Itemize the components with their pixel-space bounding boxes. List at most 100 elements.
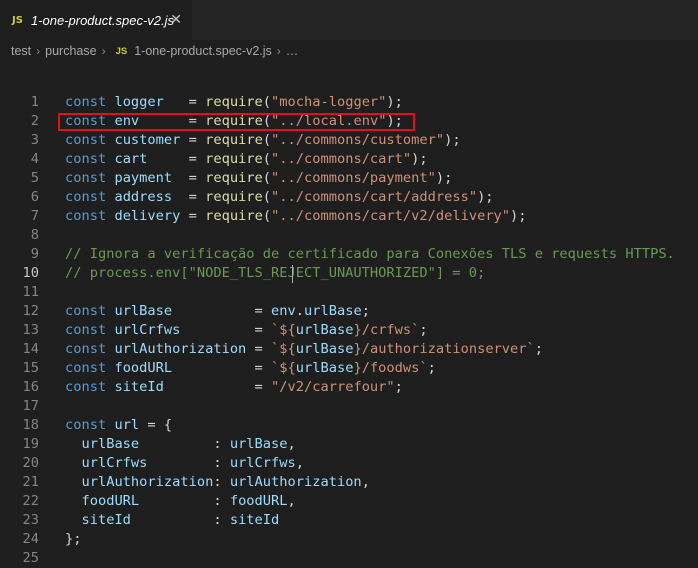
- code-token: foodURL: [114, 360, 173, 376]
- code-text: siteId : siteId: [65, 511, 279, 530]
- code-token: :: [139, 493, 230, 509]
- code-line[interactable]: 11: [0, 283, 698, 302]
- breadcrumb-item-test[interactable]: test: [11, 44, 31, 58]
- code-line[interactable]: 6 const address = require("../commons/car…: [0, 188, 698, 207]
- code-token: (: [262, 170, 272, 186]
- code-token: urlBase: [295, 341, 354, 357]
- code-token: =: [172, 189, 206, 205]
- code-line[interactable]: 14 const urlAuthorization = `${urlBase}/a…: [0, 340, 698, 359]
- code-token: // Ignora a verificação de certificado p…: [65, 246, 675, 262]
- line-number: 20: [22, 455, 39, 471]
- code-token: urlBase: [304, 303, 362, 319]
- code-token: urlAuthorization: [229, 474, 362, 490]
- code-token: }/crfws`: [353, 322, 420, 338]
- code-token: const: [65, 132, 107, 148]
- code-token: );: [444, 132, 461, 148]
- breadcrumb-item-file[interactable]: 1-one-product.spec-v2.js: [134, 44, 272, 58]
- code-text: const env = require("../local.env");: [65, 112, 403, 131]
- code-line[interactable]: 2 const env = require("../local.env");: [0, 112, 698, 131]
- code-line[interactable]: 25: [0, 549, 698, 568]
- line-number: 10: [22, 265, 39, 281]
- line-number: 1: [30, 94, 39, 110]
- code-token: const: [65, 303, 107, 319]
- line-number: 2: [30, 113, 39, 129]
- code-token: `${: [271, 341, 296, 357]
- code-token: const: [65, 94, 107, 110]
- code-editor[interactable]: 1 const logger = require("mocha-logger");…: [0, 93, 698, 568]
- code-token: urlBase: [81, 436, 140, 452]
- code-token: "../commons/cart": [271, 151, 412, 167]
- line-number: 7: [30, 208, 39, 224]
- breadcrumb-item-purchase[interactable]: purchase: [45, 44, 96, 58]
- code-line[interactable]: 17: [0, 397, 698, 416]
- code-token: );: [510, 208, 527, 224]
- code-token: logger: [114, 94, 164, 110]
- code-token: address: [114, 189, 173, 205]
- close-icon[interactable]: ✕: [170, 11, 182, 27]
- code-line[interactable]: 22 foodURL : foodURL,: [0, 492, 698, 511]
- text-cursor: [292, 265, 293, 283]
- code-text: };: [65, 530, 81, 549]
- code-token: :: [147, 455, 230, 471]
- code-token: require: [205, 189, 263, 205]
- code-line[interactable]: 20 urlCrfws : urlCrfws,: [0, 454, 698, 473]
- code-line[interactable]: 13 const urlCrfws = `${urlBase}/crfws`;: [0, 321, 698, 340]
- code-token: const: [65, 322, 107, 338]
- code-token: require: [205, 170, 263, 186]
- code-token: const: [65, 170, 107, 186]
- code-token: foodURL: [229, 493, 288, 509]
- code-line[interactable]: 1 const logger = require("mocha-logger");: [0, 93, 698, 112]
- code-line[interactable]: 23 siteId : siteId: [0, 511, 698, 530]
- code-token: const: [65, 113, 107, 129]
- code-token: =: [172, 170, 206, 186]
- code-line[interactable]: 4 const cart = require("../commons/cart")…: [0, 150, 698, 169]
- line-number: 8: [30, 227, 39, 243]
- code-line[interactable]: 21 urlAuthorization: urlAuthorization,: [0, 473, 698, 492]
- breadcrumb-item-symbols[interactable]: …: [286, 44, 299, 58]
- code-line[interactable]: 15 const foodURL = `${urlBase}/foodws`;: [0, 359, 698, 378]
- editor-tab[interactable]: JS 1-one-product.spec-v2.js ✕: [0, 0, 192, 40]
- line-number: 9: [30, 246, 39, 262]
- code-token: );: [386, 94, 403, 110]
- javascript-file-icon: JS: [12, 14, 23, 26]
- code-line[interactable]: 16 const siteId = "/v2/carrefour";: [0, 378, 698, 397]
- line-number: 3: [30, 132, 39, 148]
- code-token: =: [147, 151, 206, 167]
- code-token: );: [435, 170, 453, 186]
- code-line[interactable]: 9 // Ignora a verificação de certificado …: [0, 245, 698, 264]
- code-token: "../commons/customer": [271, 132, 445, 148]
- code-line[interactable]: 18 const url = {: [0, 416, 698, 435]
- code-token: );: [477, 189, 494, 205]
- code-line[interactable]: 3 const customer = require("../commons/cu…: [0, 131, 698, 150]
- code-token: foodURL: [81, 493, 140, 509]
- code-token: :: [139, 436, 230, 452]
- code-text: foodURL : foodURL,: [65, 492, 295, 511]
- code-line[interactable]: 8: [0, 226, 698, 245]
- code-line[interactable]: 12 const urlBase = env.urlBase;: [0, 302, 698, 321]
- code-line[interactable]: 7 const delivery = require("../commons/ca…: [0, 207, 698, 226]
- code-token: ;: [534, 341, 544, 357]
- code-token: );: [386, 113, 403, 129]
- line-number: 19: [22, 436, 39, 452]
- code-token: env: [114, 113, 140, 129]
- code-token: customer: [114, 132, 181, 148]
- code-line[interactable]: 10 // process.env["NODE_TLS_REJECT_UNAUTH…: [0, 264, 698, 283]
- code-token: ,: [287, 436, 296, 452]
- code-token: =: [163, 379, 272, 395]
- code-token: "../local.env": [271, 113, 387, 129]
- code-token: ,: [361, 474, 370, 490]
- code-token: const: [65, 417, 107, 433]
- code-line[interactable]: 5 const payment = require("../commons/pay…: [0, 169, 698, 188]
- code-line[interactable]: 24};: [0, 530, 698, 549]
- code-text: const urlBase = env.urlBase;: [65, 302, 370, 321]
- code-line[interactable]: 19 urlBase : urlBase,: [0, 435, 698, 454]
- code-token: `${: [271, 360, 296, 376]
- javascript-file-icon: JS: [115, 45, 128, 57]
- chevron-right-icon: ›: [276, 44, 281, 58]
- line-number: 11: [22, 284, 39, 300]
- code-token: =: [163, 94, 206, 110]
